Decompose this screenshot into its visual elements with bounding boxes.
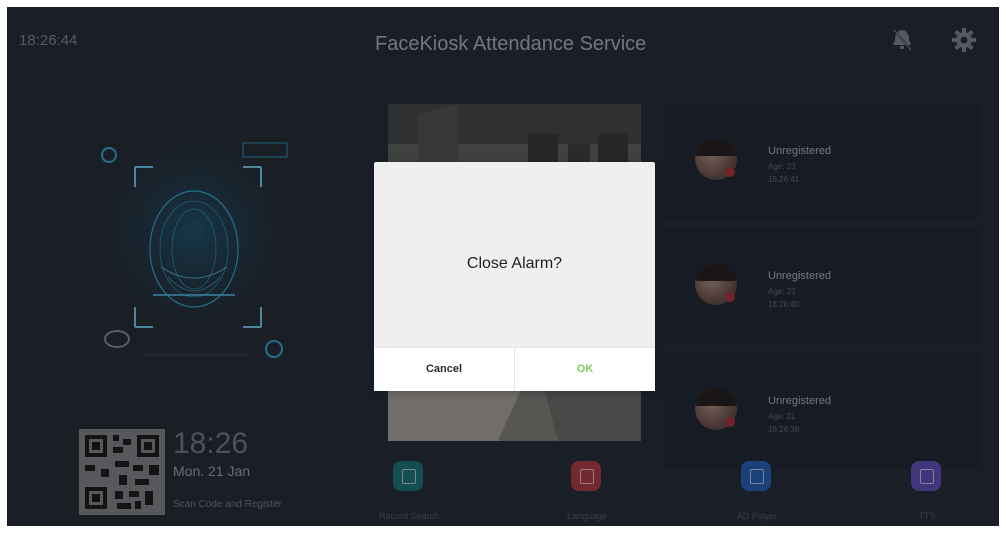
dialog-actions: Cancel OK [374, 347, 655, 391]
dialog-message: Close Alarm? [466, 255, 563, 272]
close-alarm-dialog: Close Alarm? Cancel OK [374, 162, 655, 391]
cancel-button[interactable]: Cancel [374, 348, 515, 391]
ok-button[interactable]: OK [515, 348, 655, 391]
